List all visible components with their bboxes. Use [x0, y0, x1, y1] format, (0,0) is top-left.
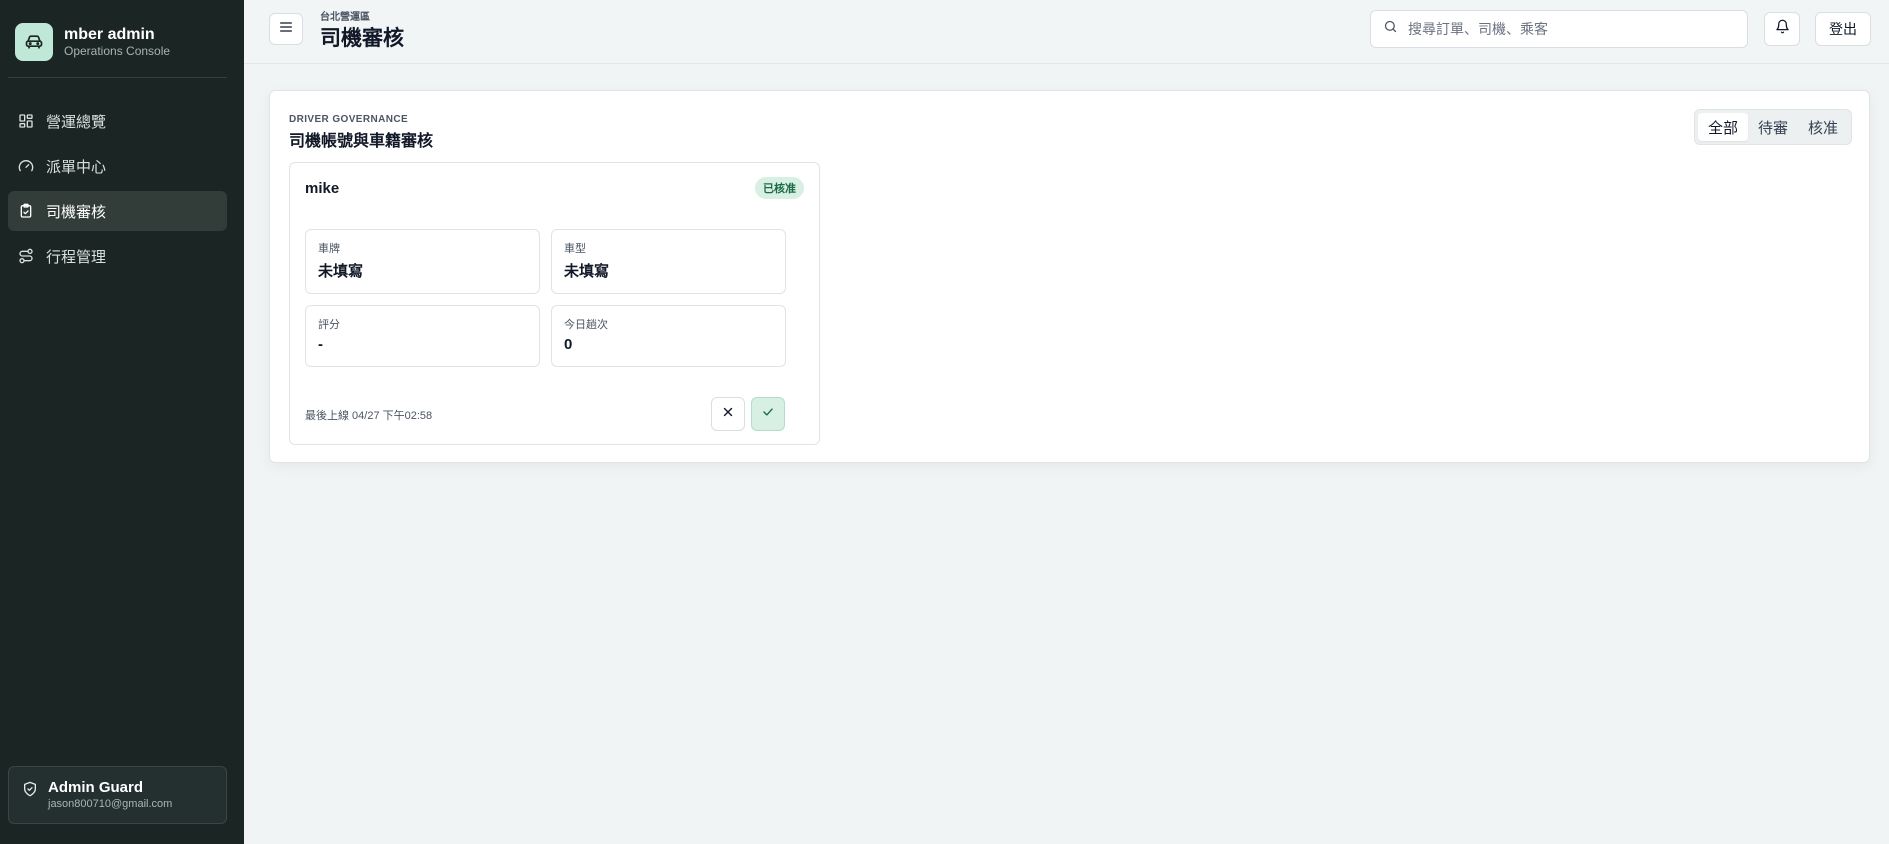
rating-field: 評分 -: [305, 305, 540, 367]
top-header: 台北營運區 司機審核 登出: [244, 0, 1889, 64]
car-logo-icon: [15, 23, 53, 61]
driver-review-panel: DRIVER GOVERNANCE 司機帳號與車籍審核 全部 待審 核准 mik…: [269, 90, 1870, 463]
panel-title: 司機帳號與車籍審核: [289, 133, 434, 150]
hamburger-icon: [278, 19, 294, 40]
model-value: 未填寫: [564, 263, 610, 280]
trips-today-label: 今日趟次: [564, 319, 608, 331]
bell-icon: [1775, 19, 1790, 39]
search-input[interactable]: [1408, 21, 1738, 37]
plate-label: 車牌: [318, 243, 340, 255]
breadcrumb: 台北營運區: [320, 12, 370, 23]
rating-value: -: [318, 336, 323, 353]
search-box[interactable]: [1370, 10, 1748, 48]
clipboard-check-icon: [18, 203, 34, 219]
plate-field: 車牌 未填寫: [305, 229, 540, 294]
status-badge: 已核准: [755, 177, 804, 199]
gauge-icon: [18, 158, 34, 174]
dashboard-grid-icon: [18, 113, 34, 129]
page-title: 司機審核: [320, 27, 404, 50]
sidebar-divider: [8, 77, 227, 78]
sidebar-item-overview[interactable]: 營運總覽: [8, 101, 227, 141]
logout-button[interactable]: 登出: [1815, 12, 1871, 46]
driver-card: mike 已核准 車牌 未填寫 車型 未填寫 評分 - 今日趟次 0 最後上線 …: [289, 162, 820, 445]
admin-profile[interactable]: Admin Guard jason800710@gmail.com: [8, 766, 227, 824]
sidebar-nav: 營運總覽 派單中心 司機審核 行程管理: [8, 101, 227, 281]
brand-subtitle: Operations Console: [64, 44, 171, 58]
filter-tab-approved[interactable]: 核准: [1798, 113, 1848, 141]
filter-tab-all[interactable]: 全部: [1697, 113, 1748, 141]
trips-today-field: 今日趟次 0: [551, 305, 786, 367]
filter-tab-pending[interactable]: 待審: [1748, 113, 1798, 141]
sidebar-item-label: 派單中心: [46, 158, 107, 176]
sidebar-item-dispatch[interactable]: 派單中心: [8, 146, 227, 186]
plate-value: 未填寫: [318, 263, 364, 280]
approve-button[interactable]: [751, 397, 785, 431]
sidebar-item-label: 司機審核: [46, 203, 107, 221]
status-filter: 全部 待審 核准: [1693, 109, 1852, 145]
sidebar-item-driver-review[interactable]: 司機審核: [8, 191, 227, 231]
driver-name: mike: [305, 180, 340, 197]
last-online: 最後上線 04/27 下午02:58: [305, 410, 433, 422]
panel-eyebrow: DRIVER GOVERNANCE: [289, 114, 409, 125]
route-icon: [18, 248, 34, 264]
sidebar-item-trips[interactable]: 行程管理: [8, 236, 227, 276]
search-icon: [1383, 19, 1398, 39]
sidebar-item-label: 營運總覽: [46, 113, 107, 131]
rating-label: 評分: [318, 319, 340, 331]
trips-today-value: 0: [564, 336, 573, 353]
menu-toggle-button[interactable]: [269, 13, 303, 45]
sidebar: mber admin Operations Console 營運總覽 派單中心 …: [0, 0, 244, 844]
close-icon: [721, 405, 735, 424]
model-field: 車型 未填寫: [551, 229, 786, 294]
reject-button[interactable]: [711, 397, 745, 431]
brand[interactable]: mber admin Operations Console: [15, 23, 170, 61]
brand-name: mber admin: [64, 26, 155, 43]
check-icon: [761, 405, 775, 424]
notifications-button[interactable]: [1764, 12, 1800, 46]
admin-name: Admin Guard: [48, 779, 144, 796]
shield-icon: [22, 781, 38, 797]
model-label: 車型: [564, 243, 586, 255]
admin-email: jason800710@gmail.com: [48, 798, 173, 810]
sidebar-item-label: 行程管理: [46, 248, 107, 266]
